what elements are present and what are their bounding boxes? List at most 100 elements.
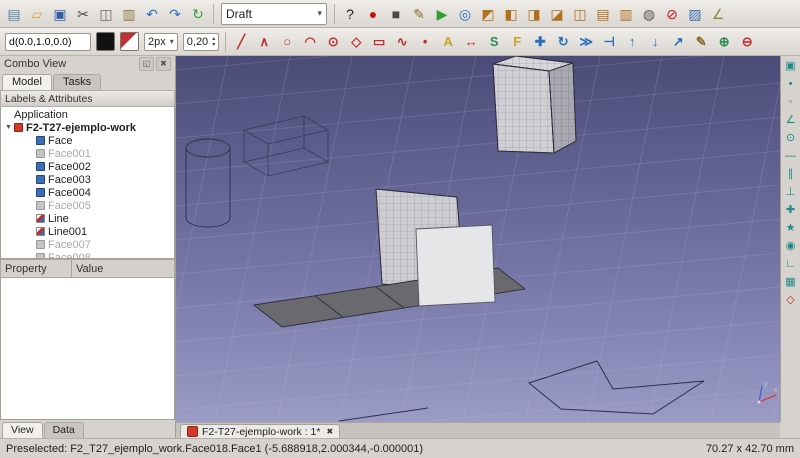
extruded-box[interactable] xyxy=(493,56,576,153)
view-top-icon[interactable]: ◨ xyxy=(523,2,545,26)
measure-distance-icon[interactable]: ∠ xyxy=(707,2,729,26)
draft-rotate-icon[interactable]: ↻ xyxy=(552,30,574,54)
tree-item[interactable]: Face007 xyxy=(1,238,174,251)
copy-icon[interactable]: ◫ xyxy=(95,2,117,26)
white-plane[interactable] xyxy=(416,225,495,306)
tree-item[interactable]: Application xyxy=(1,108,174,121)
undo-icon[interactable]: ↶ xyxy=(141,2,163,26)
tree-item-label: Line001 xyxy=(48,226,87,238)
clipping-plane-icon[interactable]: ⊘ xyxy=(661,2,683,26)
draft-wire-icon[interactable]: ∧ xyxy=(253,30,275,54)
snap-working-plane-icon[interactable]: ◇ xyxy=(782,291,800,309)
property-column-header[interactable]: Property xyxy=(1,260,72,277)
new-document-icon[interactable]: ▤ xyxy=(3,2,25,26)
tree-item[interactable]: Line001 xyxy=(1,225,174,238)
tree-item[interactable]: Face002 xyxy=(1,160,174,173)
draft-scale-icon[interactable]: ↗ xyxy=(667,30,689,54)
draft-trimex-icon[interactable]: ⊣ xyxy=(598,30,620,54)
tree-item[interactable]: Face004 xyxy=(1,186,174,199)
macro-execute-icon[interactable]: ▶ xyxy=(431,2,453,26)
whatsthis-icon[interactable]: ? xyxy=(339,2,361,26)
tab-view[interactable]: View xyxy=(2,422,43,438)
macro-stop-icon[interactable]: ■ xyxy=(385,2,407,26)
model-tree[interactable]: Application ▼ F2-T27-ejemplo-work Face F… xyxy=(0,107,175,259)
draft-shapestring-icon[interactable]: S xyxy=(483,30,505,54)
tree-item[interactable]: ▼ F2-T27-ejemplo-work xyxy=(1,121,174,134)
snap-grid-icon[interactable]: ▦ xyxy=(782,273,800,291)
fill-color-swatch[interactable] xyxy=(96,32,115,51)
document-tab[interactable]: F2-T27-ejemplo-work : 1* ✖ xyxy=(180,424,340,438)
draft-bspline-icon[interactable]: ∿ xyxy=(391,30,413,54)
tree-item[interactable]: Line xyxy=(1,212,174,225)
save-icon[interactable]: ▣ xyxy=(49,2,71,26)
line-color-swatch[interactable] xyxy=(120,32,139,51)
draft-add-point-icon[interactable]: ⊕ xyxy=(713,30,735,54)
value-column-header[interactable]: Value xyxy=(72,263,174,275)
snap-parallel-icon[interactable]: ∥ xyxy=(782,165,800,183)
draft-polygon-icon[interactable]: ◇ xyxy=(345,30,367,54)
view-left-icon[interactable]: ▥ xyxy=(615,2,637,26)
draft-offset-icon[interactable]: ≫ xyxy=(575,30,597,54)
snap-extension-icon[interactable]: — xyxy=(782,147,800,165)
snap-intersection-icon[interactable]: ✚ xyxy=(782,201,800,219)
draft-arc-icon[interactable]: ◠ xyxy=(299,30,321,54)
draft-upgrade-icon[interactable]: ↑ xyxy=(621,30,643,54)
draft-circle-icon[interactable]: ○ xyxy=(276,30,298,54)
draft-line-icon[interactable]: ╱ xyxy=(230,30,252,54)
view-front-icon[interactable]: ◧ xyxy=(500,2,522,26)
tree-item[interactable]: Face xyxy=(1,134,174,147)
snap-perpendicular-icon[interactable]: ⊥ xyxy=(782,183,800,201)
tree-item[interactable]: Face001 xyxy=(1,147,174,160)
snap-midpoint-icon[interactable]: ◦ xyxy=(782,93,800,111)
view-right-icon[interactable]: ◪ xyxy=(546,2,568,26)
macro-edit-icon[interactable]: ✎ xyxy=(408,2,430,26)
draft-ellipse-icon[interactable]: ⊙ xyxy=(322,30,344,54)
spin-down-icon[interactable]: ▾ xyxy=(212,42,215,48)
tree-item[interactable]: Face003 xyxy=(1,173,174,186)
undock-icon[interactable]: ◱ xyxy=(139,57,154,71)
draft-rectangle-icon[interactable]: ▭ xyxy=(368,30,390,54)
3d-viewport[interactable]: x y xyxy=(176,56,780,422)
snap-ortho-icon[interactable]: ∟ xyxy=(782,255,800,273)
expander-icon[interactable]: ▼ xyxy=(3,124,14,131)
snap-angle-icon[interactable]: ∠ xyxy=(782,111,800,129)
text-size-spinbox[interactable]: 0,20 ▴ ▾ xyxy=(183,33,219,51)
draft-move-icon[interactable]: ✚ xyxy=(529,30,551,54)
draft-edit-icon[interactable]: ✎ xyxy=(690,30,712,54)
tree-item[interactable]: Face005 xyxy=(1,199,174,212)
macro-record-icon[interactable]: ● xyxy=(362,2,384,26)
redo-icon[interactable]: ↷ xyxy=(164,2,186,26)
view-axonometric-icon[interactable]: ◩ xyxy=(477,2,499,26)
open-folder-icon[interactable]: ▱ xyxy=(26,2,48,26)
paste-icon[interactable]: ▥ xyxy=(118,2,140,26)
draw-style-icon[interactable]: ◍ xyxy=(638,2,660,26)
draft-del-point-icon[interactable]: ⊖ xyxy=(736,30,758,54)
close-icon[interactable]: ✖ xyxy=(326,427,333,436)
draft-text-icon[interactable]: A xyxy=(437,30,459,54)
snap-lock-icon[interactable]: ▣ xyxy=(782,57,800,75)
snap-special-icon[interactable]: ★ xyxy=(782,219,800,237)
draft-point-icon[interactable]: • xyxy=(414,30,436,54)
snap-endpoint-icon[interactable]: • xyxy=(782,75,800,93)
draft-facebinder-icon[interactable]: F xyxy=(506,30,528,54)
tree-item[interactable]: Face008 xyxy=(1,251,174,259)
texture-view-icon[interactable]: ▨ xyxy=(684,2,706,26)
workbench-selector[interactable]: Draft ▾ xyxy=(221,3,327,25)
property-view-tabs: View Data xyxy=(0,420,175,438)
tab-tasks[interactable]: Tasks xyxy=(53,74,101,90)
property-table-body[interactable] xyxy=(0,278,175,420)
tab-model[interactable]: Model xyxy=(2,74,52,90)
zoom-fit-icon[interactable]: ◎ xyxy=(454,2,476,26)
close-icon[interactable]: ✖ xyxy=(156,57,171,71)
tab-data[interactable]: Data xyxy=(44,422,84,438)
direction-input[interactable] xyxy=(5,33,91,51)
draft-downgrade-icon[interactable]: ↓ xyxy=(644,30,666,54)
snap-near-icon[interactable]: ◉ xyxy=(782,237,800,255)
cut-icon[interactable]: ✂ xyxy=(72,2,94,26)
refresh-icon[interactable]: ↻ xyxy=(187,2,209,26)
snap-center-icon[interactable]: ⊙ xyxy=(782,129,800,147)
line-width-select[interactable]: 2px ▾ xyxy=(144,33,178,51)
view-rear-icon[interactable]: ◫ xyxy=(569,2,591,26)
draft-dimension-icon[interactable]: ↔ xyxy=(460,30,482,54)
view-bottom-icon[interactable]: ▤ xyxy=(592,2,614,26)
